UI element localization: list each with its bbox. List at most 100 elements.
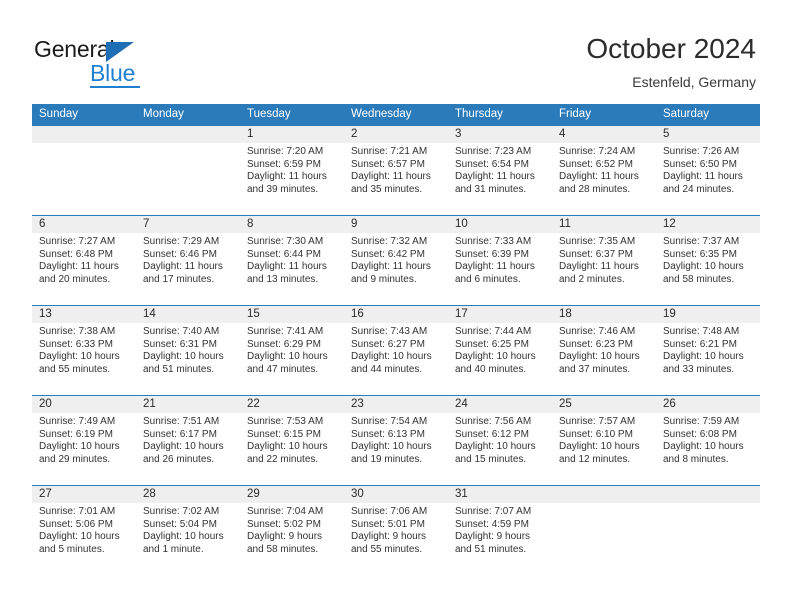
day-cell[interactable]: 19 Sunrise: 7:48 AM Sunset: 6:21 PM Dayl… — [656, 306, 760, 395]
day-details: Sunrise: 7:35 AM Sunset: 6:37 PM Dayligh… — [552, 233, 656, 286]
day-cell[interactable]: 4 Sunrise: 7:24 AM Sunset: 6:52 PM Dayli… — [552, 126, 656, 215]
day-cell[interactable]: 2 Sunrise: 7:21 AM Sunset: 6:57 PM Dayli… — [344, 126, 448, 215]
day-cell[interactable]: 12 Sunrise: 7:37 AM Sunset: 6:35 PM Dayl… — [656, 216, 760, 305]
day-details: Sunrise: 7:40 AM Sunset: 6:31 PM Dayligh… — [136, 323, 240, 376]
sunrise-text: Sunrise: 7:40 AM — [143, 326, 220, 337]
logo-word-general: General — [34, 36, 115, 62]
weekday-saturday: Saturday — [663, 108, 710, 120]
daylight-text-line2: and 24 minutes. — [663, 183, 735, 195]
general-blue-logo[interactable]: General Blue — [34, 36, 174, 88]
day-number: 16 — [344, 306, 448, 323]
day-cell[interactable]: 14 Sunrise: 7:40 AM Sunset: 6:31 PM Dayl… — [136, 306, 240, 395]
day-details: Sunrise: 7:24 AM Sunset: 6:52 PM Dayligh… — [552, 143, 656, 196]
daylight-text-line1: Daylight: 11 hours — [351, 261, 431, 273]
day-cell[interactable] — [136, 126, 240, 215]
day-cell[interactable]: 6 Sunrise: 7:27 AM Sunset: 6:48 PM Dayli… — [32, 216, 136, 305]
day-number: 30 — [344, 486, 448, 503]
day-cell[interactable]: 16 Sunrise: 7:43 AM Sunset: 6:27 PM Dayl… — [344, 306, 448, 395]
day-number: 1 — [240, 126, 344, 143]
day-cell[interactable]: 8 Sunrise: 7:30 AM Sunset: 6:44 PM Dayli… — [240, 216, 344, 305]
day-details: Sunrise: 7:56 AM Sunset: 6:12 PM Dayligh… — [448, 413, 552, 466]
day-cell[interactable]: 1 Sunrise: 7:20 AM Sunset: 6:59 PM Dayli… — [240, 126, 344, 215]
day-number: 26 — [656, 396, 760, 413]
daylight-text-line1: Daylight: 10 hours — [559, 351, 640, 363]
day-details: Sunrise: 7:20 AM Sunset: 6:59 PM Dayligh… — [240, 143, 344, 196]
day-number: 27 — [32, 486, 136, 503]
sunset-text: Sunset: 6:29 PM — [247, 338, 321, 350]
sunset-text: Sunset: 5:06 PM — [39, 518, 113, 530]
daylight-text-line1: Daylight: 11 hours — [247, 261, 327, 273]
weekday-header-row: Sunday Monday Tuesday Wednesday Thursday… — [32, 104, 760, 125]
day-number: 14 — [136, 306, 240, 323]
sunrise-text: Sunrise: 7:43 AM — [351, 326, 428, 337]
week-row: 27 Sunrise: 7:01 AM Sunset: 5:06 PM Dayl… — [32, 485, 760, 575]
day-cell[interactable] — [32, 126, 136, 215]
day-cell[interactable]: 17 Sunrise: 7:44 AM Sunset: 6:25 PM Dayl… — [448, 306, 552, 395]
sunrise-text: Sunrise: 7:54 AM — [351, 416, 428, 427]
day-cell[interactable]: 23 Sunrise: 7:54 AM Sunset: 6:13 PM Dayl… — [344, 396, 448, 485]
day-number: 9 — [344, 216, 448, 233]
daylight-text-line1: Daylight: 10 hours — [663, 351, 744, 363]
day-cell[interactable] — [552, 486, 656, 575]
day-cell[interactable]: 31 Sunrise: 7:07 AM Sunset: 4:59 PM Dayl… — [448, 486, 552, 575]
weekday-monday: Monday — [143, 108, 184, 120]
day-cell[interactable]: 27 Sunrise: 7:01 AM Sunset: 5:06 PM Dayl… — [32, 486, 136, 575]
sunset-text: Sunset: 6:25 PM — [455, 338, 529, 350]
day-cell[interactable]: 15 Sunrise: 7:41 AM Sunset: 6:29 PM Dayl… — [240, 306, 344, 395]
day-cell[interactable]: 3 Sunrise: 7:23 AM Sunset: 6:54 PM Dayli… — [448, 126, 552, 215]
daylight-text-line1: Daylight: 10 hours — [351, 441, 432, 453]
sunset-text: Sunset: 6:46 PM — [143, 248, 217, 260]
day-cell[interactable]: 24 Sunrise: 7:56 AM Sunset: 6:12 PM Dayl… — [448, 396, 552, 485]
sunset-text: Sunset: 6:21 PM — [663, 338, 737, 350]
daylight-text-line1: Daylight: 11 hours — [143, 261, 223, 273]
day-details: Sunrise: 7:07 AM Sunset: 4:59 PM Dayligh… — [448, 503, 552, 556]
day-cell[interactable]: 13 Sunrise: 7:38 AM Sunset: 6:33 PM Dayl… — [32, 306, 136, 395]
day-cell[interactable]: 18 Sunrise: 7:46 AM Sunset: 6:23 PM Dayl… — [552, 306, 656, 395]
day-cell[interactable]: 7 Sunrise: 7:29 AM Sunset: 6:46 PM Dayli… — [136, 216, 240, 305]
day-cell[interactable]: 28 Sunrise: 7:02 AM Sunset: 5:04 PM Dayl… — [136, 486, 240, 575]
sunset-text: Sunset: 6:31 PM — [143, 338, 217, 350]
day-cell[interactable]: 30 Sunrise: 7:06 AM Sunset: 5:01 PM Dayl… — [344, 486, 448, 575]
logo-triangle-icon — [106, 42, 134, 62]
day-number: 12 — [656, 216, 760, 233]
day-cell[interactable]: 9 Sunrise: 7:32 AM Sunset: 6:42 PM Dayli… — [344, 216, 448, 305]
day-cell[interactable]: 20 Sunrise: 7:49 AM Sunset: 6:19 PM Dayl… — [32, 396, 136, 485]
daylight-text-line2: and 51 minutes. — [455, 543, 527, 555]
sunset-text: Sunset: 6:35 PM — [663, 248, 737, 260]
sunset-text: Sunset: 6:10 PM — [559, 428, 633, 440]
weekday-tuesday: Tuesday — [247, 108, 291, 120]
daylight-text-line2: and 15 minutes. — [455, 453, 527, 465]
daylight-text-line2: and 55 minutes. — [39, 363, 111, 375]
day-details: Sunrise: 7:29 AM Sunset: 6:46 PM Dayligh… — [136, 233, 240, 286]
day-number: 22 — [240, 396, 344, 413]
sunset-text: Sunset: 6:08 PM — [663, 428, 737, 440]
day-details — [656, 503, 760, 506]
daylight-text-line2: and 26 minutes. — [143, 453, 215, 465]
sunset-text: Sunset: 5:01 PM — [351, 518, 425, 530]
sunset-text: Sunset: 6:12 PM — [455, 428, 529, 440]
day-cell[interactable]: 10 Sunrise: 7:33 AM Sunset: 6:39 PM Dayl… — [448, 216, 552, 305]
daylight-text-line1: Daylight: 11 hours — [455, 171, 535, 183]
day-cell[interactable] — [656, 486, 760, 575]
daylight-text-line2: and 55 minutes. — [351, 543, 423, 555]
weekday-friday: Friday — [559, 108, 591, 120]
day-cell[interactable]: 21 Sunrise: 7:51 AM Sunset: 6:17 PM Dayl… — [136, 396, 240, 485]
day-cell[interactable]: 22 Sunrise: 7:53 AM Sunset: 6:15 PM Dayl… — [240, 396, 344, 485]
sunrise-text: Sunrise: 7:48 AM — [663, 326, 740, 337]
day-number: 10 — [448, 216, 552, 233]
day-cell[interactable]: 26 Sunrise: 7:59 AM Sunset: 6:08 PM Dayl… — [656, 396, 760, 485]
daylight-text-line1: Daylight: 11 hours — [39, 261, 119, 273]
sunrise-text: Sunrise: 7:04 AM — [247, 506, 324, 517]
day-cell[interactable]: 25 Sunrise: 7:57 AM Sunset: 6:10 PM Dayl… — [552, 396, 656, 485]
sunset-text: Sunset: 5:04 PM — [143, 518, 217, 530]
daylight-text-line1: Daylight: 10 hours — [351, 351, 432, 363]
day-cell[interactable]: 5 Sunrise: 7:26 AM Sunset: 6:50 PM Dayli… — [656, 126, 760, 215]
day-cell[interactable]: 29 Sunrise: 7:04 AM Sunset: 5:02 PM Dayl… — [240, 486, 344, 575]
sunset-text: Sunset: 6:54 PM — [455, 158, 529, 170]
day-number: 25 — [552, 396, 656, 413]
sunset-text: Sunset: 6:33 PM — [39, 338, 113, 350]
day-details: Sunrise: 7:53 AM Sunset: 6:15 PM Dayligh… — [240, 413, 344, 466]
day-number: 28 — [136, 486, 240, 503]
sunset-text: Sunset: 6:23 PM — [559, 338, 633, 350]
day-cell[interactable]: 11 Sunrise: 7:35 AM Sunset: 6:37 PM Dayl… — [552, 216, 656, 305]
